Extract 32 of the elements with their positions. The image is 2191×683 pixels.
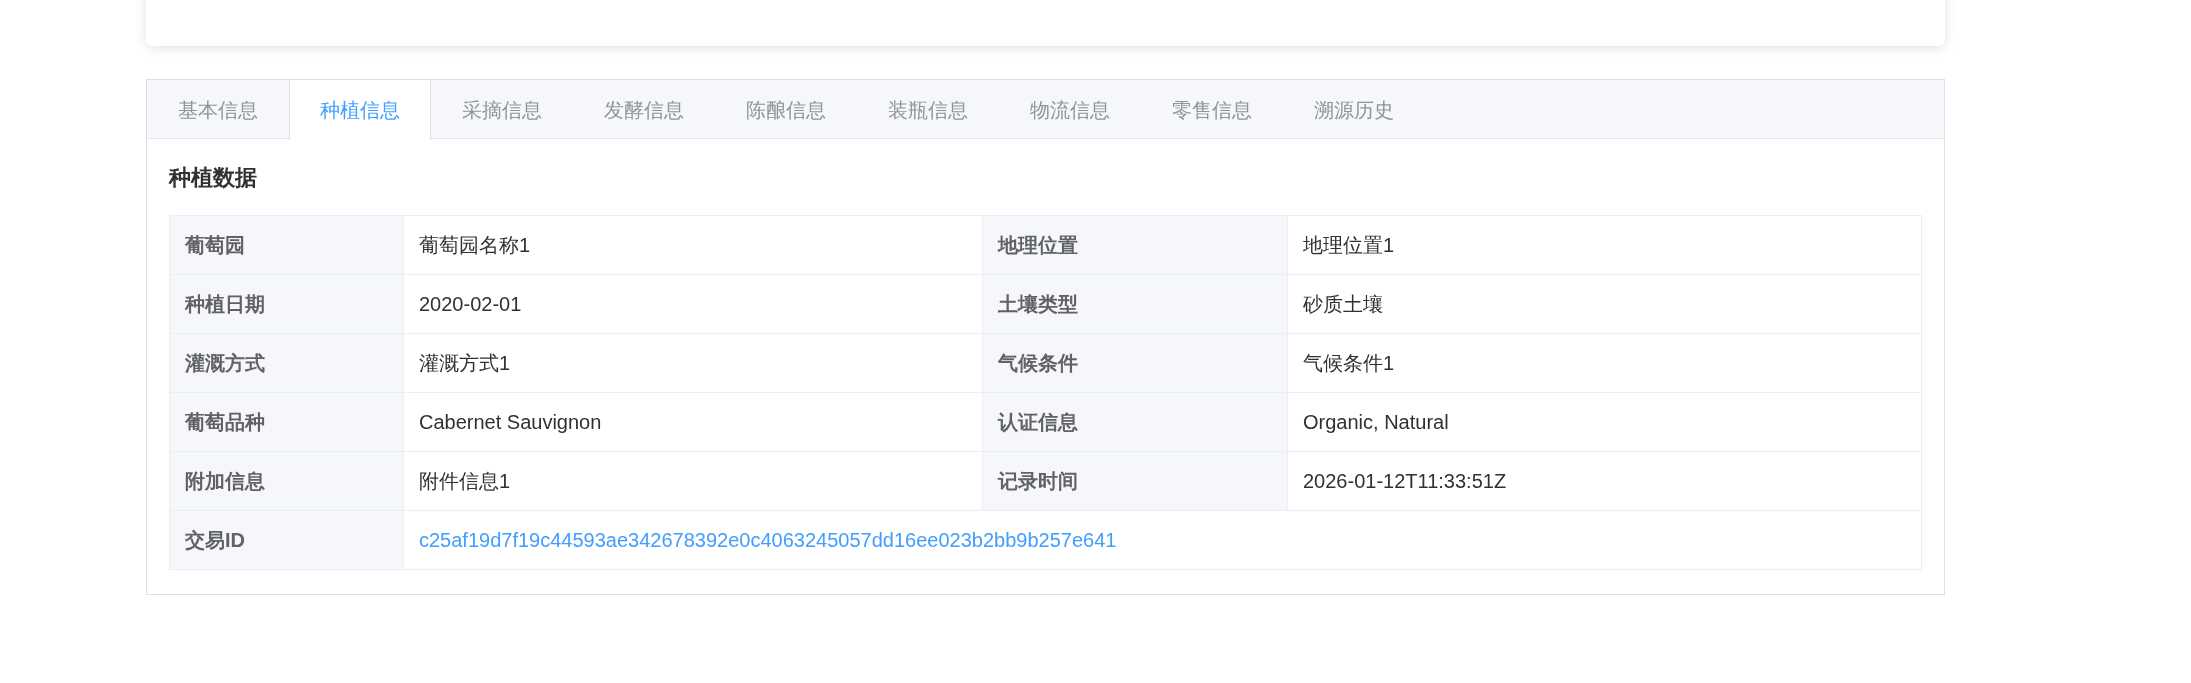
tab[interactable]: 零售信息: [1141, 80, 1283, 139]
field-label: 葡萄园: [169, 215, 404, 275]
field-label: 地理位置: [982, 215, 1288, 275]
field-label: 交易ID: [169, 510, 404, 570]
field-label: 土壤类型: [982, 274, 1288, 334]
tab[interactable]: 采摘信息: [431, 80, 573, 139]
tab[interactable]: 陈酿信息: [715, 80, 857, 139]
transaction-link[interactable]: c25af19d7f19c44593ae342678392e0c4063245057dd16ee023b2bb9b257e641: [403, 510, 1922, 570]
field-value: Cabernet Sauvignon: [403, 392, 983, 452]
field-label: 灌溉方式: [169, 333, 404, 393]
field-label: 葡萄品种: [169, 392, 404, 452]
tab[interactable]: 基本信息: [147, 80, 289, 139]
field-label: 气候条件: [982, 333, 1288, 393]
field-value: 地理位置1: [1287, 215, 1922, 275]
field-value: 2026-01-12T11:33:51Z: [1287, 451, 1922, 511]
field-label: 记录时间: [982, 451, 1288, 511]
field-value: Organic, Natural: [1287, 392, 1922, 452]
field-label: 种植日期: [169, 274, 404, 334]
tab[interactable]: 发酵信息: [573, 80, 715, 139]
field-value: 灌溉方式1: [403, 333, 983, 393]
tab[interactable]: 装瓶信息: [857, 80, 999, 139]
tab[interactable]: 溯源历史: [1283, 80, 1425, 139]
field-value: 附件信息1: [403, 451, 983, 511]
field-label: 认证信息: [982, 392, 1288, 452]
tab[interactable]: 种植信息: [289, 80, 431, 140]
field-value: 气候条件1: [1287, 333, 1922, 393]
field-value: 砂质土壤: [1287, 274, 1922, 334]
tab[interactable]: 物流信息: [999, 80, 1141, 139]
section-title: 种植数据: [169, 164, 258, 192]
field-label: 附加信息: [169, 451, 404, 511]
field-value: 2020-02-01: [403, 274, 983, 334]
field-value: 葡萄园名称1: [403, 215, 983, 275]
